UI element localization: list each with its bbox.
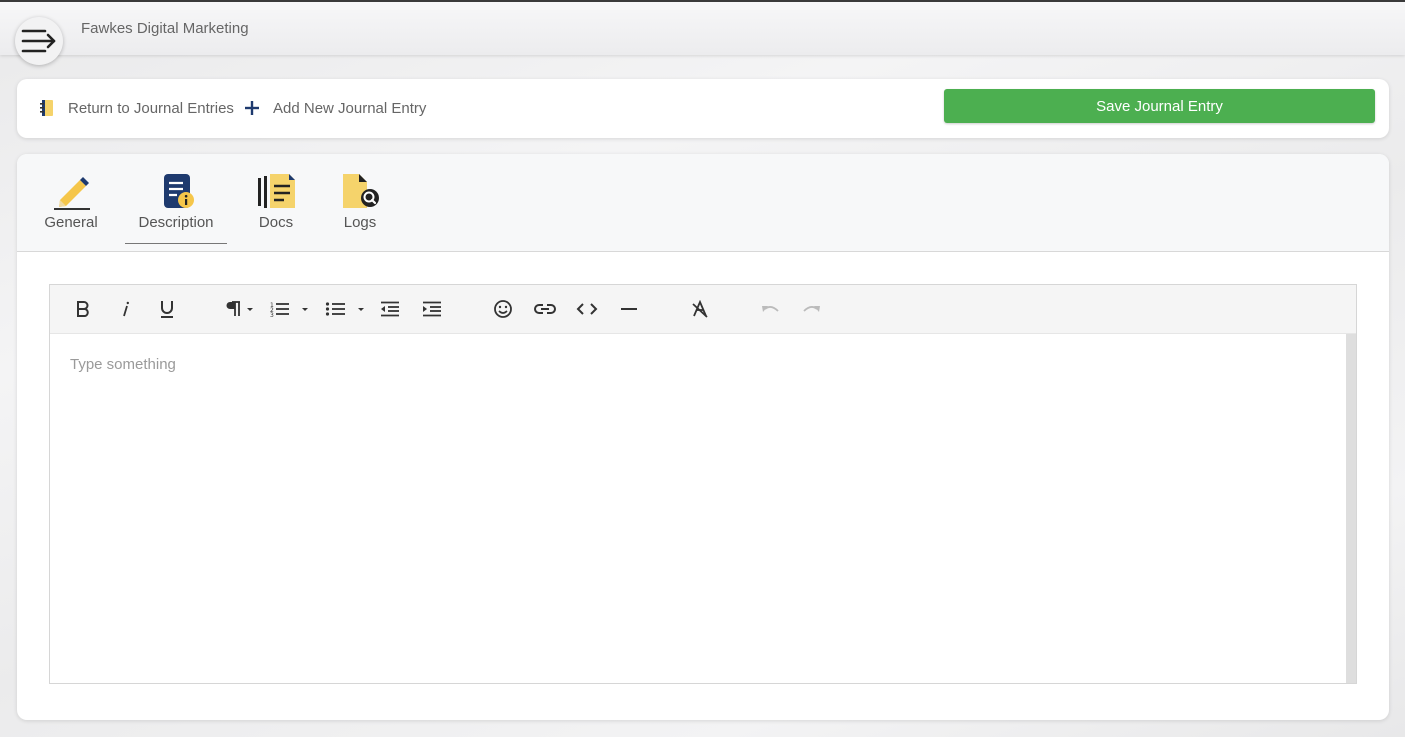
indent-icon [423,301,441,317]
tab-general-label: General [44,214,98,231]
rich-text-editor: 123 Type something [49,284,1357,684]
smiley-icon [494,300,512,318]
editor-scrollbar[interactable] [1346,334,1356,683]
underline-icon [161,301,173,318]
tab-logs-label: Logs [343,214,377,231]
bold-icon [77,301,89,317]
italic-button[interactable] [112,297,138,321]
paragraph-icon [226,301,253,316]
save-journal-entry-button[interactable]: Save Journal Entry [944,89,1375,123]
redo-icon [803,306,820,312]
code-view-button[interactable] [574,297,600,321]
link-icon [534,304,556,314]
company-name: Fawkes Digital Marketing [81,20,249,37]
undo-icon [762,306,779,312]
svg-text:3: 3 [270,312,274,317]
tab-docs[interactable]: Docs [253,172,299,244]
bold-button[interactable] [70,297,96,321]
journal-entry-card: General Description Docs Logs 1 2 3 Type… [17,154,1389,720]
tab-logs[interactable]: Logs [337,172,383,244]
insert-link-button[interactable] [532,297,558,321]
horizontal-line-icon [621,308,637,310]
return-to-journal-entries-link[interactable]: Return to Journal Entries [39,99,234,117]
editor-toolbar: 123 [50,285,1356,334]
tab-description[interactable]: Description [125,172,227,244]
pencil-icon [54,177,90,210]
clear-formatting-button[interactable] [688,297,712,321]
menu-button[interactable] [15,17,63,65]
menu-arrow-icon [21,29,56,53]
outdent-button[interactable] [378,297,402,321]
tab-bar: General Description Docs Logs [17,154,1389,252]
plus-icon [245,101,259,115]
add-label: Add New Journal Entry [273,99,427,117]
top-bar: Fawkes Digital Marketing [0,0,1405,55]
horizontal-line-button[interactable] [617,297,641,321]
redo-button[interactable] [800,297,824,321]
docs-icon [258,174,295,208]
ordered-list-icon: 123 [270,302,308,317]
ordered-list-button[interactable]: 123 [268,297,312,321]
italic-icon [123,301,129,317]
action-bar: Return to Journal Entries Add New Journa… [17,79,1389,138]
add-new-journal-entry-link[interactable]: Add New Journal Entry [243,99,426,117]
code-icon [576,303,598,315]
tab-docs-label: Docs [258,214,294,231]
paragraph-format-button[interactable] [224,297,258,321]
indent-button[interactable] [420,297,444,321]
notebook-icon [40,100,53,116]
document-info-icon [164,174,194,208]
undo-button[interactable] [758,297,782,321]
logs-search-icon [343,174,379,208]
outdent-icon [381,301,399,317]
return-label: Return to Journal Entries [68,99,234,117]
editor-placeholder: Type something [70,356,176,373]
tab-general[interactable]: General [41,172,101,244]
emoticons-button[interactable] [491,297,515,321]
underline-button[interactable] [154,297,180,321]
unordered-list-icon [325,302,364,316]
editor-content-area[interactable]: Type something [50,334,1346,683]
tab-description-label: Description [138,214,214,231]
unordered-list-button[interactable] [324,297,368,321]
clear-formatting-icon [692,300,708,318]
